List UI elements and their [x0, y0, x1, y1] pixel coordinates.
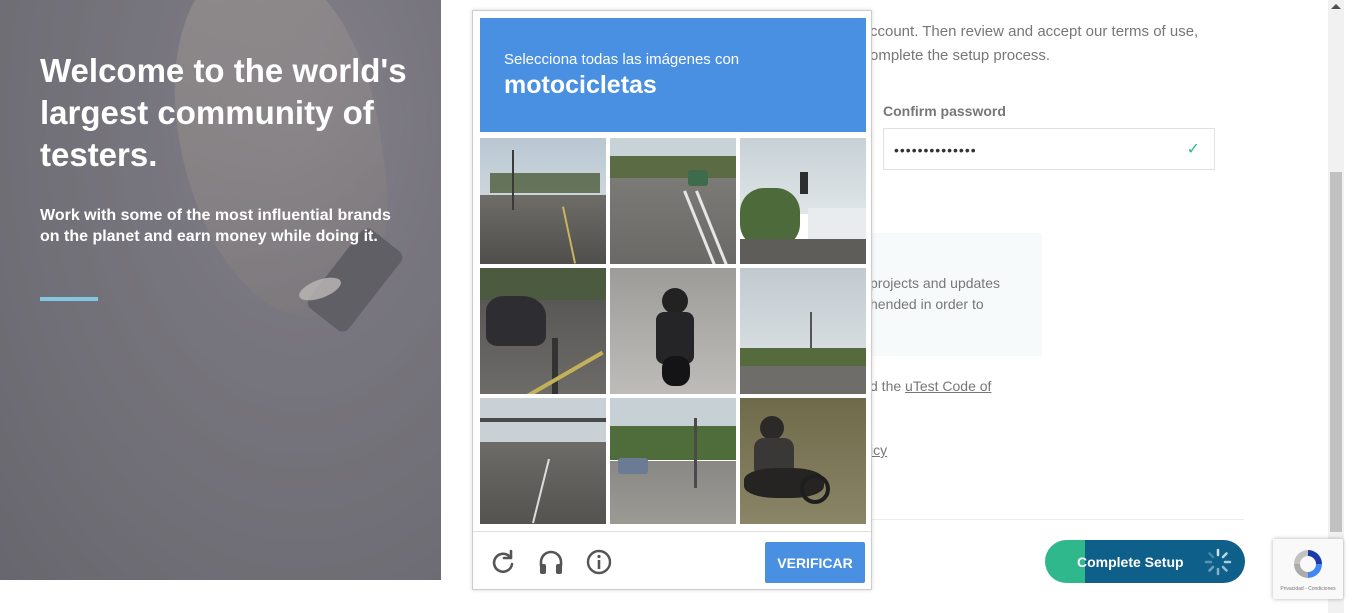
captcha-tile-grid	[480, 138, 866, 524]
recaptcha-logo-icon	[1294, 550, 1322, 578]
notification-text: projects and updates hended in order to	[870, 273, 1040, 315]
page-scrollbar[interactable]	[1328, 0, 1344, 613]
complete-setup-label: Complete Setup	[1077, 554, 1184, 570]
hero-subtitle: Work with some of the most influential b…	[40, 207, 391, 245]
form-intro: ccount. Then review and accept our terms…	[870, 20, 1230, 68]
captcha-tile-3[interactable]	[740, 138, 866, 264]
captcha-header: Selecciona todas las imágenes con motoci…	[480, 18, 866, 132]
code-of-conduct-text: d the uTest Code of	[870, 378, 991, 394]
headphones-icon[interactable]	[537, 548, 565, 576]
captcha-challenge: Selecciona todas las imágenes con motoci…	[472, 10, 872, 590]
captcha-tile-5[interactable]	[610, 268, 736, 394]
hero-panel: Welcome to the world's largest community…	[0, 0, 441, 580]
captcha-tile-8[interactable]	[610, 398, 736, 524]
captcha-footer: VERIFICAR	[473, 531, 871, 589]
confirm-password-label: Confirm password	[883, 103, 1006, 119]
hero-accent-line	[40, 297, 98, 301]
form-divider	[870, 519, 1244, 520]
captcha-tile-1[interactable]	[480, 138, 606, 264]
scrollbar-thumb[interactable]	[1330, 172, 1342, 532]
info-icon[interactable]	[585, 548, 613, 576]
code-of-conduct-link[interactable]: uTest Code of	[905, 378, 991, 394]
form-intro-line1: ccount. Then review and accept our terms…	[870, 23, 1199, 40]
confirm-password-input[interactable]	[894, 139, 1164, 161]
captcha-tile-4[interactable]	[480, 268, 606, 394]
form-intro-line2: omplete the setup process.	[870, 47, 1051, 64]
notification-line2: hended in order to	[870, 296, 984, 312]
recaptcha-footer[interactable]: Privacidad - Condiciones	[1275, 586, 1341, 592]
recaptcha-badge[interactable]: Privacidad - Condiciones	[1273, 539, 1343, 599]
verify-button[interactable]: VERIFICAR	[765, 542, 865, 583]
policy-link[interactable]: icy	[870, 442, 887, 458]
captcha-target: motocicletas	[504, 71, 657, 99]
captcha-tile-2[interactable]	[610, 138, 736, 264]
captcha-tile-9[interactable]	[740, 398, 866, 524]
notification-line1: projects and updates	[870, 275, 1000, 291]
captcha-instruction: Selecciona todas las imágenes con	[504, 51, 740, 68]
policy-text: icy	[870, 442, 887, 458]
loading-spinner-icon	[1204, 548, 1232, 576]
confirm-password-field[interactable]: ✓	[883, 128, 1215, 170]
reload-icon[interactable]	[489, 548, 517, 576]
code-prefix: d the	[870, 378, 906, 394]
captcha-tile-7[interactable]	[480, 398, 606, 524]
scroll-up-arrow-icon[interactable]	[1331, 4, 1341, 9]
captcha-tile-6[interactable]	[740, 268, 866, 394]
hero-title: Welcome to the world's largest community…	[40, 52, 407, 173]
checkmark-icon: ✓	[1186, 141, 1200, 158]
